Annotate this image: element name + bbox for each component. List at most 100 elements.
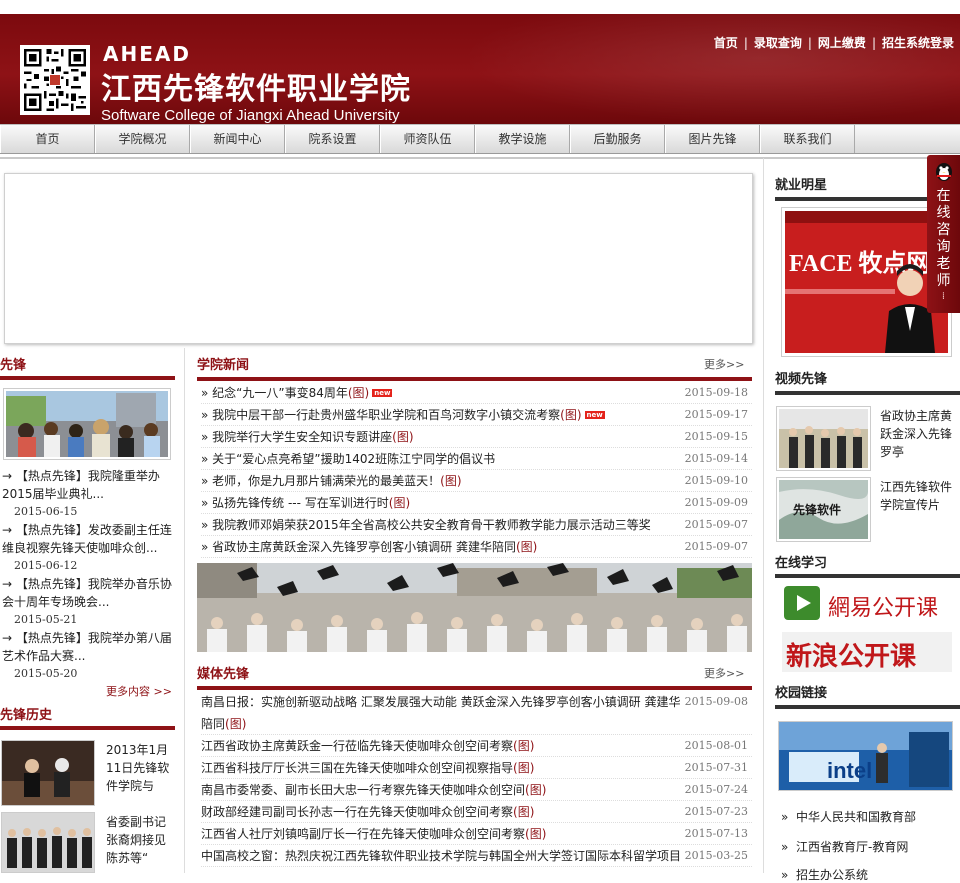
media-item[interactable]: 南昌日报：实施创新驱动战略 汇聚发展强大动能 黄跃金深入先锋罗亭创客小镇调研 龚…: [201, 691, 752, 735]
media-item[interactable]: 南昌市委常委、副市长田大忠一行考察先锋天使咖啡众创空间(图) 2015-07-24: [201, 779, 752, 801]
nav-news-center[interactable]: 新闻中心: [190, 125, 285, 153]
netease-open-course-link[interactable]: 網易公开课: [782, 584, 952, 624]
media-item-title[interactable]: 江西省政协主席黄跃金一行莅临先锋天使咖啡众创空间考察(图): [201, 735, 752, 757]
top-link-login[interactable]: 招生系统登录: [882, 36, 954, 50]
news-item-title[interactable]: » 省政协主席黄跃金深入先锋罗亭创客小镇调研 龚建华陪同(图): [201, 536, 537, 558]
video-thumb-1[interactable]: [776, 406, 871, 471]
pioneer-item-title[interactable]: 【热点先锋】我院隆重举办2015届毕业典礼...: [2, 469, 160, 501]
pioneer-item[interactable]: → 【热点先锋】我院举办音乐协会十周年专场晚会... 2015-05-21: [2, 575, 174, 629]
graduation-photo[interactable]: [197, 563, 752, 652]
nav-departments[interactable]: 院系设置: [285, 125, 380, 153]
media-item-title[interactable]: 南昌市委常委、副市长田大忠一行考察先锋天使咖啡众创空间(图): [201, 779, 752, 801]
nav-faculty[interactable]: 师资队伍: [380, 125, 475, 153]
media-item-title[interactable]: 江西省人社厅刘镇鸣副厅长一行在先锋天使咖啡众创空间考察(图): [201, 823, 752, 845]
media-title-rule: [197, 686, 752, 690]
top-link-home[interactable]: 首页: [714, 36, 738, 50]
video-title-2[interactable]: 江西先锋软件学院宣传片: [880, 478, 960, 514]
link-label[interactable]: 江西省教育厅-教育网: [796, 840, 908, 854]
link-admission-office[interactable]: » 招生办公系统: [781, 866, 868, 883]
history-photo-1[interactable]: [1, 740, 95, 806]
media-more-link[interactable]: 更多>>: [704, 665, 744, 681]
pioneer-item-date: 2015-05-21: [14, 613, 78, 626]
pioneer-title-rule: [0, 376, 175, 380]
news-item-date: 2015-09-15: [684, 430, 748, 443]
news-item[interactable]: » 纪念“九一八”事变84周年(图) new 2015-09-18: [201, 382, 752, 404]
history-photo-2[interactable]: [1, 812, 95, 873]
video-thumb-2[interactable]: 先锋软件: [776, 477, 871, 542]
link-label[interactable]: 招生办公系统: [796, 868, 868, 882]
top-strip: [0, 0, 960, 14]
news-item[interactable]: » 我院举行大学生安全知识专题讲座(图) 2015-09-15: [201, 426, 752, 448]
link-label[interactable]: 中华人民共和国教育部: [796, 810, 916, 824]
nav-home[interactable]: 首页: [0, 125, 95, 153]
header-glow: [460, 14, 960, 124]
news-item[interactable]: » 省政协主席黄跃金深入先锋罗亭创客小镇调研 龚建华陪同(图) 2015-09-0…: [201, 536, 752, 558]
media-item-title[interactable]: 江西省科技厅厅长洪三国在先锋天使咖啡众创空间视察指导(图): [201, 757, 752, 779]
picture-tag: (图): [388, 496, 411, 510]
news-item-title[interactable]: » 我院举行大学生安全知识专题讲座(图): [201, 426, 414, 448]
picture-tag: (图): [513, 805, 535, 819]
pioneer-item-title[interactable]: 【热点先锋】发改委副主任连维良视察先锋天使咖啡众创...: [2, 523, 172, 555]
online-study-title: 在线学习: [775, 556, 828, 571]
pioneer-photo[interactable]: [3, 388, 171, 460]
nav-gallery[interactable]: 图片先锋: [665, 125, 760, 153]
intel-banner[interactable]: intel: [778, 721, 953, 791]
media-item[interactable]: 财政部经建司副司长孙志一行在先锋天使咖啡众创空间考察(图) 2015-07-23: [201, 801, 752, 823]
news-item[interactable]: » 关于“爱心点亮希望”援助1402班陈江宁同学的倡议书 2015-09-14: [201, 448, 752, 470]
pioneer-item-date: 2015-05-20: [14, 667, 78, 680]
pioneer-more-link[interactable]: 更多内容 >>: [106, 683, 172, 699]
pioneer-item[interactable]: → 【热点先锋】我院隆重举办2015届毕业典礼... 2015-06-15: [2, 467, 174, 521]
news-item-title[interactable]: » 我院教师邓娟荣获2015年全省高校公共安全教育骨干教师教学能力展示活动三等奖: [201, 514, 651, 536]
media-item-date: 2015-07-23: [684, 805, 748, 818]
nav-facilities[interactable]: 教学设施: [475, 125, 570, 153]
news-item-title[interactable]: » 纪念“九一八”事变84周年(图) new: [201, 382, 393, 404]
link-ministry-of-education[interactable]: » 中华人民共和国教育部: [781, 808, 916, 825]
history-item-1[interactable]: 2013年1月11日先锋软件学院与: [106, 741, 176, 795]
nav-contact[interactable]: 联系我们: [760, 125, 855, 153]
media-item-title[interactable]: 财政部经建司副司长孙志一行在先锋天使咖啡众创空间考察(图): [201, 801, 752, 823]
pioneer-item-date: 2015-06-12: [14, 559, 78, 572]
pioneer-item-title[interactable]: 【热点先锋】我院举办第八届艺术作品大赛...: [2, 631, 172, 663]
campus-links-title: 校园链接: [775, 686, 828, 701]
netease-label: 網易公开课: [828, 596, 939, 621]
news-item-title[interactable]: » 弘扬先锋传统 --- 写在军训进行时(图): [201, 492, 410, 514]
video-title-1[interactable]: 省政协主席黄跃金深入先锋罗亭: [880, 407, 960, 461]
media-item[interactable]: 江西省人社厅刘镇鸣副厅长一行在先锋天使咖啡众创空间考察(图) 2015-07-13: [201, 823, 752, 845]
pioneer-item[interactable]: → 【热点先锋】发改委副主任连维良视察先锋天使咖啡众创... 2015-06-12: [2, 521, 174, 575]
news-item-title[interactable]: » 我院中层干部一行赴贵州盛华职业学院和百鸟河数字小镇交流考察(图) new: [201, 404, 605, 426]
grip-icon: ⁞: [941, 291, 946, 302]
pioneer-item-title[interactable]: 【热点先锋】我院举办音乐协会十周年专场晚会...: [2, 577, 172, 609]
news-more-link[interactable]: 更多>>: [704, 356, 744, 372]
history-title-rule: [0, 726, 175, 730]
news-item-title[interactable]: » 关于“爱心点亮希望”援助1402班陈江宁同学的倡议书: [201, 448, 495, 470]
link-jiangxi-education[interactable]: » 江西省教育厅-教育网: [781, 838, 908, 855]
news-item[interactable]: » 我院教师邓娟荣获2015年全省高校公共安全教育骨干教师教学能力展示活动三等奖…: [201, 514, 752, 536]
pioneer-item[interactable]: → 【热点先锋】我院举办第八届艺术作品大赛... 2015-05-20: [2, 629, 174, 683]
sina-open-course-link[interactable]: 新浪公开课: [782, 632, 952, 672]
top-link-admission-query[interactable]: 录取查询: [754, 36, 802, 50]
news-item[interactable]: » 我院中层干部一行赴贵州盛华职业学院和百鸟河数字小镇交流考察(图) new 201…: [201, 404, 752, 426]
picture-tag: (图): [515, 540, 538, 554]
media-item-date: 2015-09-08: [684, 695, 748, 708]
media-item[interactable]: 江西省科技厅厅长洪三国在先锋天使咖啡众创空间视察指导(图) 2015-07-31: [201, 757, 752, 779]
video-title-rule: [775, 391, 960, 395]
media-item-date: 2015-08-01: [684, 739, 748, 752]
news-item-date: 2015-09-17: [684, 408, 748, 421]
history-item-2[interactable]: 省委副书记张裔炯接见陈苏等“: [106, 813, 176, 867]
news-item-title[interactable]: » 老师，你是九月那片铺满荣光的最美蓝天！(图): [201, 470, 462, 492]
news-item-date: 2015-09-18: [684, 386, 748, 399]
media-item[interactable]: 江西省政协主席黄跃金一行莅临先锋天使咖啡众创空间考察(图) 2015-08-01: [201, 735, 752, 757]
nav-about[interactable]: 学院概况: [95, 125, 190, 153]
top-link-payment[interactable]: 网上缴费: [818, 36, 866, 50]
news-item-date: 2015-09-10: [684, 474, 748, 487]
media-item-title[interactable]: 中国高校之窗：热烈庆祝江西先锋软件职业技术学院与韩国全州大学签订国际本科留学项目: [201, 845, 752, 867]
new-badge: new: [584, 411, 605, 419]
news-item[interactable]: » 老师，你是九月那片铺满荣光的最美蓝天！(图) 2015-09-10: [201, 470, 752, 492]
nav-logistics[interactable]: 后勤服务: [570, 125, 665, 153]
media-item[interactable]: 中国高校之窗：热烈庆祝江西先锋软件职业技术学院与韩国全州大学签订国际本科留学项目…: [201, 845, 752, 867]
media-item-title[interactable]: 南昌日报：实施创新驱动战略 汇聚发展强大动能 黄跃金深入先锋罗亭创客小镇调研 龚…: [201, 691, 752, 735]
play-icon: [784, 586, 820, 620]
news-item[interactable]: » 弘扬先锋传统 --- 写在军训进行时(图) 2015-09-09: [201, 492, 752, 514]
media-section-title: 媒体先锋: [197, 667, 250, 682]
online-consult-tab[interactable]: 在线咨询老师 ⁞: [927, 155, 960, 313]
